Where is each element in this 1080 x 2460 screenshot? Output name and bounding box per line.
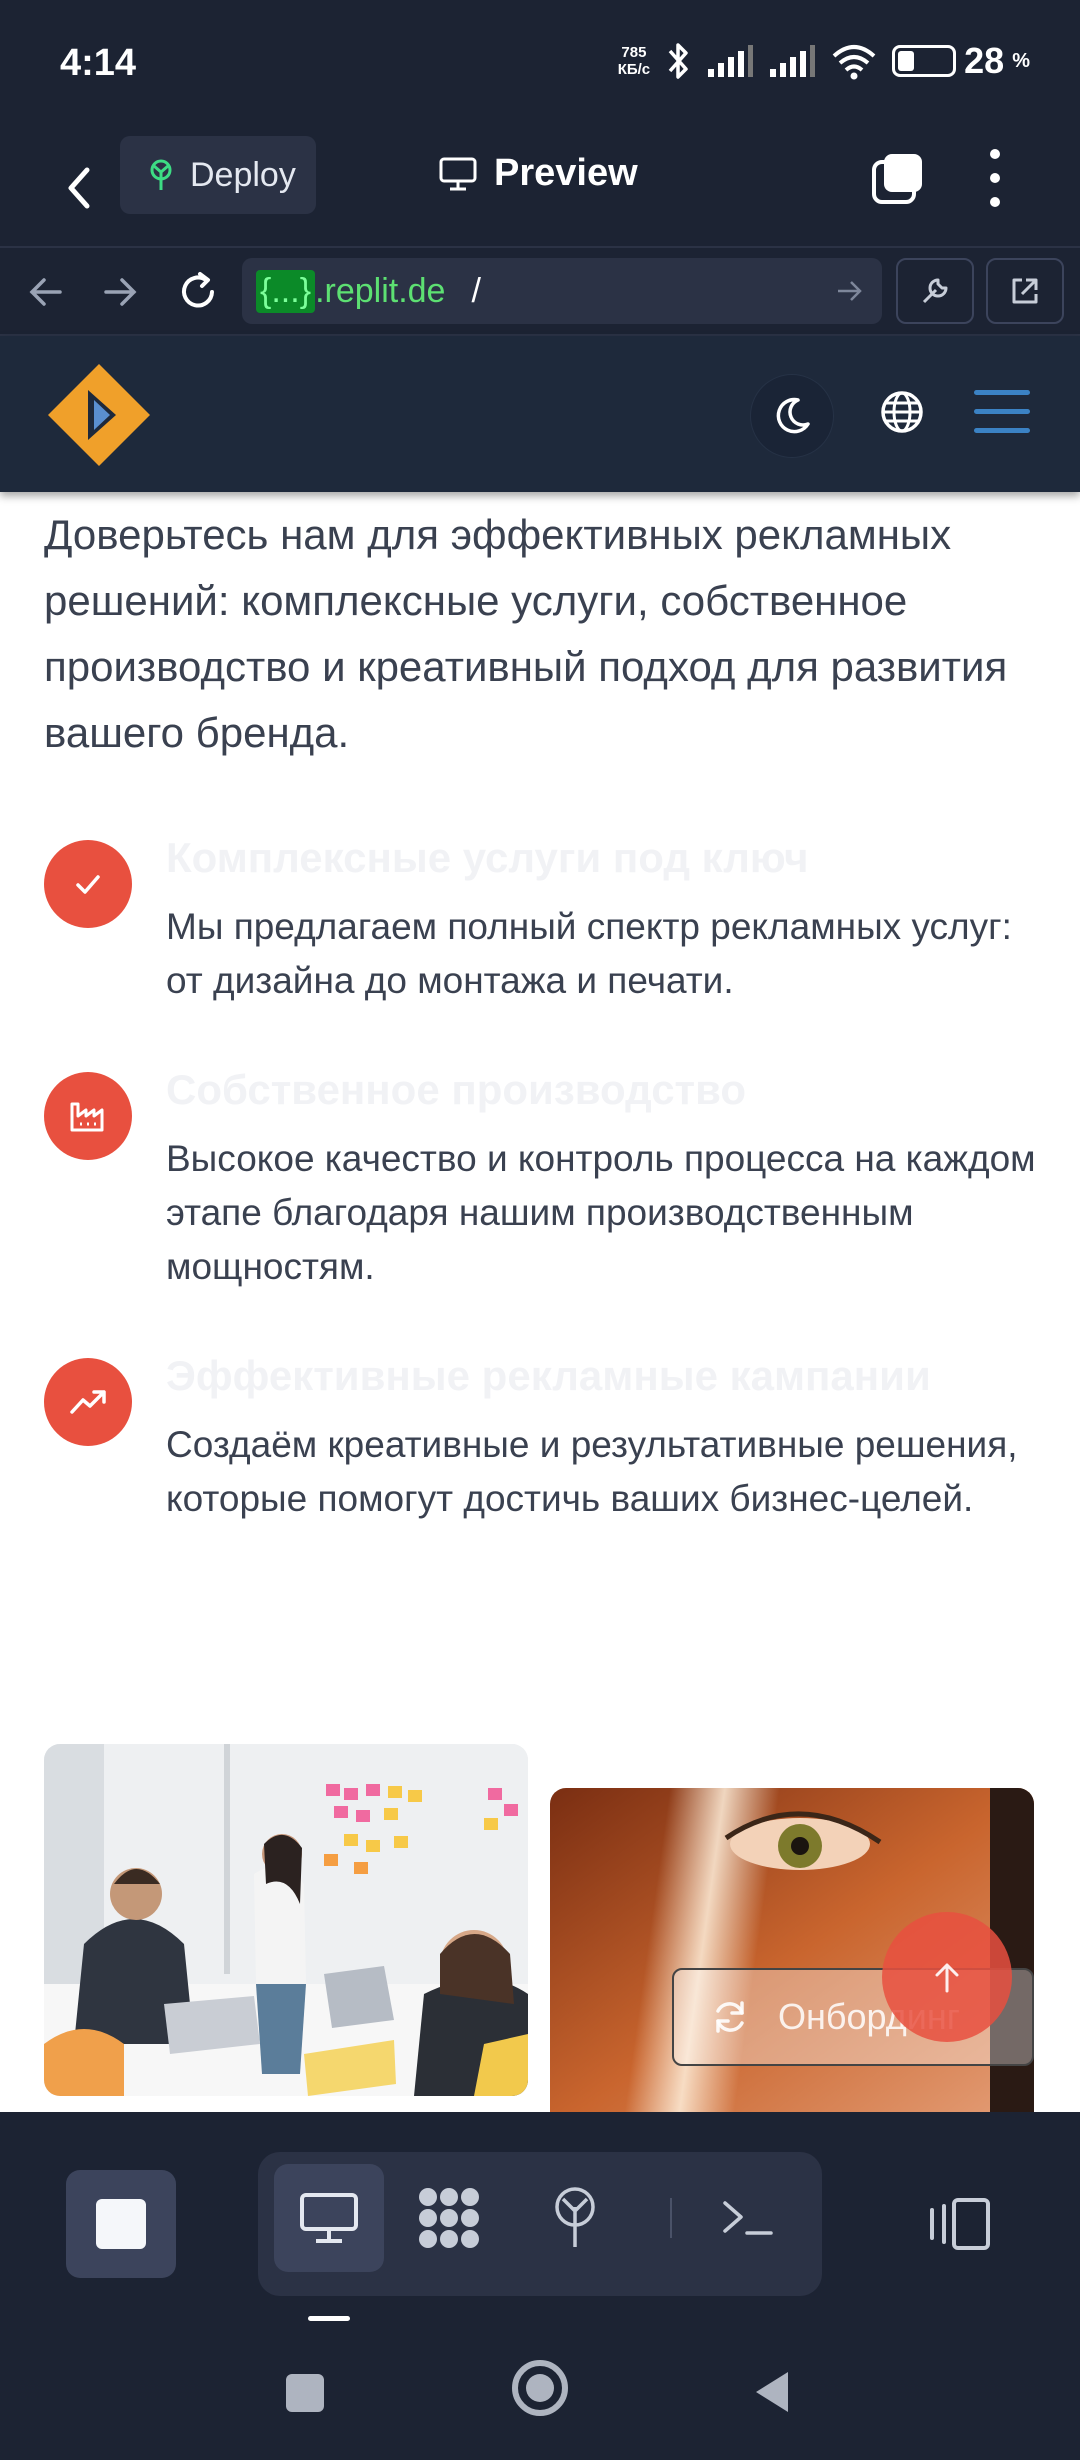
deploy-icon [555, 2187, 595, 2247]
deploy-tab[interactable] [520, 2164, 630, 2272]
system-back-icon[interactable] [752, 2368, 792, 2416]
more-menu-icon[interactable] [980, 146, 1010, 210]
preview-title: Preview [438, 152, 638, 195]
status-bar: 4:14 785 КБ/с 28% [0, 0, 1080, 128]
theme-toggle-button[interactable] [750, 374, 834, 458]
deploy-label: Deploy [190, 155, 296, 194]
factory-icon [44, 1072, 132, 1160]
split-view-icon[interactable] [924, 2194, 994, 2254]
moon-icon [776, 397, 810, 434]
system-nav-bar [0, 2332, 1080, 2460]
home-button[interactable] [512, 2360, 568, 2416]
app-header: Deploy Preview [0, 128, 1080, 248]
battery-percent-sign: % [1012, 49, 1030, 72]
recents-button[interactable] [286, 2374, 324, 2412]
back-chevron-icon[interactable] [55, 158, 105, 218]
apps-tab[interactable] [394, 2164, 504, 2272]
feature-title: Эффективные рекламные кампании [166, 1352, 931, 1399]
check-icon [44, 840, 132, 928]
preview-label: Preview [494, 152, 638, 194]
network-speed-value: 785 [621, 44, 647, 61]
battery-icon [892, 45, 957, 77]
scroll-to-top-button[interactable] [882, 1912, 1012, 2042]
view-switcher [258, 2152, 822, 2296]
battery-level: 28 [964, 40, 1005, 81]
shell-tab[interactable] [692, 2164, 802, 2272]
trending-up-icon [44, 1358, 132, 1446]
tabs-icon[interactable] [870, 150, 926, 206]
hamburger-menu-icon[interactable] [974, 390, 1030, 434]
open-external-button[interactable] [986, 258, 1064, 324]
active-tab-indicator [308, 2316, 350, 2321]
wifi-icon [832, 45, 876, 80]
refresh-icon [716, 2001, 744, 2033]
toolbar-divider [670, 2198, 672, 2238]
monitor-icon [439, 157, 477, 190]
deploy-icon [150, 159, 172, 190]
deploy-button[interactable]: Deploy [120, 136, 316, 214]
battery: 28% [892, 40, 1030, 82]
url-path: / [471, 271, 481, 310]
terminal-icon [723, 2201, 773, 2235]
signal-icon [708, 45, 754, 77]
external-link-icon [1012, 278, 1038, 304]
preview-tab[interactable] [274, 2164, 384, 2272]
apps-grid-icon [419, 2188, 479, 2248]
url-domain: .replit.de [315, 271, 446, 310]
network-speed: 785 КБ/с [618, 44, 650, 78]
browser-forward-icon[interactable] [98, 270, 142, 314]
url-go-arrow-icon[interactable] [834, 276, 864, 306]
signal-icon-2 [770, 45, 816, 77]
status-icons: 785 КБ/с 28% [618, 40, 1030, 82]
reload-icon[interactable] [176, 270, 220, 314]
feature-description: Высокое качество и контроль процесса на … [166, 1138, 1036, 1287]
bluetooth-icon [668, 43, 688, 79]
status-time: 4:14 [60, 42, 137, 84]
team-meeting-photo [44, 1744, 528, 2096]
workspace-toolbar [0, 2112, 1080, 2332]
feature-title: Комплексные услуги под ключ [166, 834, 809, 881]
feature-description: Мы предлагаем полный спектр рекламных ус… [166, 906, 1012, 1001]
wrench-icon [922, 278, 948, 304]
feature-title: Собственное производство [166, 1066, 747, 1113]
arrow-up-icon [935, 1963, 959, 1993]
url-bar[interactable]: {...} .replit.de / [242, 258, 882, 324]
browser-bar: {...} .replit.de / [0, 246, 1080, 336]
stop-button[interactable] [66, 2170, 176, 2278]
stop-icon [96, 2199, 146, 2249]
monitor-icon [300, 2193, 358, 2243]
network-speed-unit: КБ/с [617, 61, 651, 78]
site-header [0, 336, 1080, 492]
browser-back-icon[interactable] [24, 270, 68, 314]
language-globe-icon[interactable] [876, 386, 928, 438]
intro-text: Доверьтесь нам для эффективных рекламных… [44, 511, 1008, 756]
url-highlight: {...} [256, 269, 316, 313]
site-logo[interactable] [44, 360, 154, 470]
feature-description: Создаём креативные и результативные реше… [166, 1424, 1018, 1519]
page-content: Доверьтесь нам для эффективных рекламных… [0, 492, 1080, 2112]
devtools-button[interactable] [896, 258, 974, 324]
